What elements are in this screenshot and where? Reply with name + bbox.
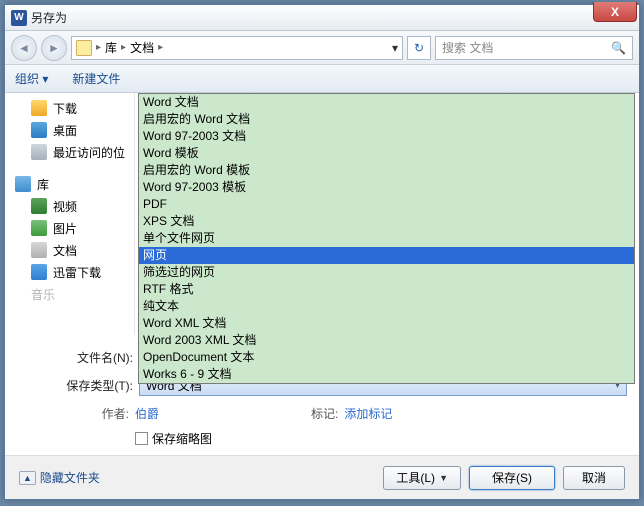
tools-button[interactable]: 工具(L) ▼ xyxy=(383,466,461,490)
sidebar-item-music[interactable]: 音乐 xyxy=(5,283,134,305)
close-button[interactable]: X xyxy=(593,2,637,22)
sidebar-item-documents[interactable]: 文档 xyxy=(5,239,134,261)
filetype-option[interactable]: 启用宏的 Word 文档 xyxy=(139,111,634,128)
navbar: ◄ ► ▸ 库 ▸ 文档 ▸ ▾ ↻ 搜索 文档 🔍 xyxy=(5,31,639,65)
recent-icon xyxy=(31,144,47,160)
body: 下载 桌面 最近访问的位 库 视频 图片 文档 迅雷下载 音乐 Word 文档启… xyxy=(5,93,639,335)
sidebar-item-library[interactable]: 库 xyxy=(5,173,134,195)
footer: ▲ 隐藏文件夹 工具(L) ▼ 保存(S) 取消 xyxy=(5,455,639,499)
filetype-option[interactable]: Works 6 - 9 文档 xyxy=(139,366,634,383)
save-label: 保存(S) xyxy=(492,469,532,486)
sidebar-item-label: 迅雷下载 xyxy=(53,264,101,281)
save-button[interactable]: 保存(S) xyxy=(469,466,555,490)
breadcrumb-sep: ▸ xyxy=(158,42,163,53)
dropdown-icon: ▼ xyxy=(439,473,448,483)
author-label: 作者: xyxy=(17,405,129,422)
sidebar-item-label: 桌面 xyxy=(53,122,77,139)
filetype-option[interactable]: XPS 文档 xyxy=(139,213,634,230)
breadcrumb-sep: ▸ xyxy=(121,42,126,53)
filetype-option[interactable]: 单个文件网页 xyxy=(139,230,634,247)
library-icon xyxy=(15,176,31,192)
sidebar-item-label: 视频 xyxy=(53,198,77,215)
sidebar-item-pictures[interactable]: 图片 xyxy=(5,217,134,239)
video-icon xyxy=(31,198,47,214)
sidebar-item-label: 图片 xyxy=(53,220,77,237)
filename-label: 文件名(N): xyxy=(17,349,133,366)
folder-icon xyxy=(76,40,92,56)
metadata-row: 作者: 伯爵 标记: 添加标记 xyxy=(5,399,639,422)
filetype-option[interactable]: 启用宏的 Word 模板 xyxy=(139,162,634,179)
cancel-label: 取消 xyxy=(582,469,606,486)
sidebar-item-label: 音乐 xyxy=(31,286,55,303)
refresh-button[interactable]: ↻ xyxy=(407,36,431,60)
tools-label: 工具(L) xyxy=(396,469,435,486)
desktop-icon xyxy=(31,122,47,138)
sidebar-item-recent[interactable]: 最近访问的位 xyxy=(5,141,134,163)
xunlei-icon xyxy=(31,264,47,280)
sidebar-item-label: 库 xyxy=(37,176,49,193)
download-icon xyxy=(31,100,47,116)
organize-button[interactable]: 组织 ▾ xyxy=(15,70,48,87)
pictures-icon xyxy=(31,220,47,236)
tags-label: 标记: xyxy=(311,405,338,422)
breadcrumb-item[interactable]: 文档 xyxy=(130,39,154,56)
breadcrumb[interactable]: ▸ 库 ▸ 文档 ▸ ▾ xyxy=(71,36,403,60)
tags-value[interactable]: 添加标记 xyxy=(344,405,392,422)
sidebar-item-video[interactable]: 视频 xyxy=(5,195,134,217)
filetype-dropdown[interactable]: Word 文档启用宏的 Word 文档Word 97-2003 文档Word 模… xyxy=(138,93,635,384)
filetype-option[interactable]: OpenDocument 文本 xyxy=(139,349,634,366)
cancel-button[interactable]: 取消 xyxy=(563,466,625,490)
titlebar: W 另存为 X xyxy=(5,5,639,31)
save-as-dialog: W 另存为 X ◄ ► ▸ 库 ▸ 文档 ▸ ▾ ↻ 搜索 文档 🔍 组织 ▾ … xyxy=(4,4,640,500)
filetype-option[interactable]: Word 模板 xyxy=(139,145,634,162)
sidebar-item-downloads[interactable]: 下载 xyxy=(5,97,134,119)
forward-button[interactable]: ► xyxy=(41,35,67,61)
search-box[interactable]: 搜索 文档 🔍 xyxy=(435,36,633,60)
hide-folders-label: 隐藏文件夹 xyxy=(40,469,100,486)
filetype-option[interactable]: PDF xyxy=(139,196,634,213)
filetype-option[interactable]: Word 97-2003 模板 xyxy=(139,179,634,196)
documents-icon xyxy=(31,242,47,258)
filetype-option[interactable]: 网页 xyxy=(139,247,634,264)
expand-icon: ▲ xyxy=(19,471,36,485)
breadcrumb-root[interactable]: 库 xyxy=(105,39,117,56)
breadcrumb-dropdown[interactable]: ▾ xyxy=(392,41,398,55)
sidebar-item-xunlei[interactable]: 迅雷下载 xyxy=(5,261,134,283)
search-icon[interactable]: 🔍 xyxy=(611,41,626,55)
sidebar-item-label: 最近访问的位 xyxy=(53,144,125,161)
filetype-option[interactable]: 纯文本 xyxy=(139,298,634,315)
filetype-option[interactable]: Word 文档 xyxy=(139,94,634,111)
thumbnail-row: 保存缩略图 xyxy=(5,422,639,447)
sidebar: 下载 桌面 最近访问的位 库 视频 图片 文档 迅雷下载 音乐 xyxy=(5,93,135,335)
filetype-option[interactable]: Word 2003 XML 文档 xyxy=(139,332,634,349)
filetype-option[interactable]: 筛选过的网页 xyxy=(139,264,634,281)
save-thumbnail-checkbox[interactable] xyxy=(135,432,148,445)
filetype-option[interactable]: Word XML 文档 xyxy=(139,315,634,332)
sidebar-item-label: 下载 xyxy=(53,100,77,117)
sidebar-item-label: 文档 xyxy=(53,242,77,259)
filetype-option[interactable]: Word 97-2003 文档 xyxy=(139,128,634,145)
toolbar: 组织 ▾ 新建文件 xyxy=(5,65,639,93)
new-folder-button[interactable]: 新建文件 xyxy=(72,70,120,87)
author-value[interactable]: 伯爵 xyxy=(135,405,159,422)
back-button[interactable]: ◄ xyxy=(11,35,37,61)
save-thumbnail-label: 保存缩略图 xyxy=(152,430,212,447)
savetype-label: 保存类型(T): xyxy=(17,377,133,394)
hide-folders-toggle[interactable]: ▲ 隐藏文件夹 xyxy=(19,469,100,486)
search-placeholder: 搜索 文档 xyxy=(442,39,493,56)
breadcrumb-sep: ▸ xyxy=(96,42,101,53)
title: 另存为 xyxy=(31,9,67,26)
filetype-option[interactable]: RTF 格式 xyxy=(139,281,634,298)
word-icon: W xyxy=(11,10,27,26)
sidebar-item-desktop[interactable]: 桌面 xyxy=(5,119,134,141)
